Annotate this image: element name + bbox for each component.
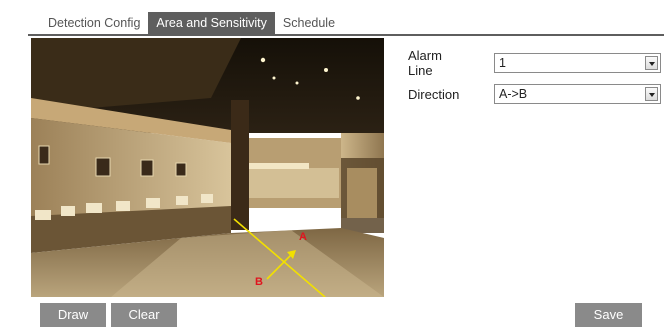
save-button[interactable]: Save: [575, 303, 642, 327]
clear-button[interactable]: Clear: [111, 303, 177, 327]
direction-row: Direction A->B: [408, 84, 661, 104]
tab-underline: [28, 34, 664, 36]
tab-bar: Detection Config Area and Sensitivity Sc…: [40, 12, 343, 34]
settings-panel: Detection Config Area and Sensitivity Sc…: [28, 8, 664, 328]
tab-area-and-sensitivity[interactable]: Area and Sensitivity: [148, 12, 275, 34]
marker-b: B: [255, 276, 263, 288]
camera-preview-image: A B: [31, 38, 384, 297]
chevron-down-icon[interactable]: [645, 87, 658, 101]
alarm-line-label: Alarm Line: [408, 48, 442, 78]
chevron-down-icon[interactable]: [645, 56, 658, 70]
alarm-line-value: 1: [499, 56, 506, 70]
direction-label: Direction: [408, 86, 460, 102]
tab-detection-config[interactable]: Detection Config: [40, 12, 148, 34]
alarm-line-select[interactable]: 1: [494, 53, 661, 73]
direction-select[interactable]: A->B: [494, 84, 661, 104]
alarm-line-row: Alarm Line 1: [408, 48, 661, 78]
marker-a: A: [299, 231, 307, 243]
camera-preview[interactable]: A B: [31, 38, 384, 297]
tab-schedule[interactable]: Schedule: [275, 12, 343, 34]
direction-value: A->B: [499, 87, 528, 101]
draw-button[interactable]: Draw: [40, 303, 106, 327]
